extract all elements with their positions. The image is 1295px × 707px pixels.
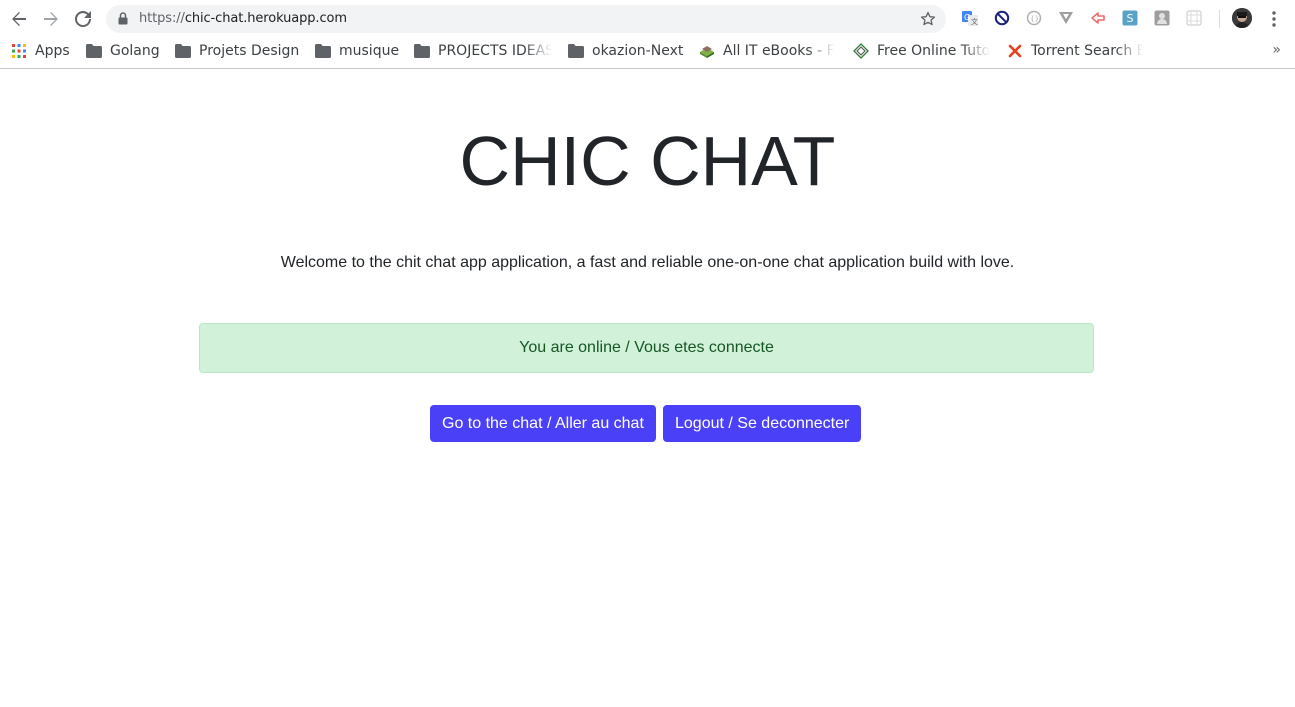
bookmark-torrent-search[interactable]: Torrent Search E — [1007, 37, 1143, 64]
reload-icon[interactable] — [71, 7, 95, 31]
page-content: CHIC CHAT Welcome to the chit chat app a… — [0, 69, 1295, 707]
bookmark-all-it-ebooks[interactable]: All IT eBooks - Fr — [699, 37, 835, 64]
bookmark-label: Golang — [110, 42, 160, 59]
arrow-ext-icon[interactable] — [1089, 9, 1107, 27]
bookmark-projects-ideas[interactable]: PROJECTS IDEAS — [414, 37, 552, 64]
profile-avatar[interactable] — [1232, 8, 1252, 28]
bookmark-label: Projets Design — [199, 42, 300, 59]
url-scheme: https:// — [139, 11, 185, 26]
folder-icon — [175, 43, 191, 59]
toolbar-divider — [1219, 10, 1220, 28]
tutorial-icon — [853, 42, 869, 59]
bookmark-label: Apps — [35, 42, 70, 59]
svg-text:S: S — [1127, 12, 1134, 25]
v-ext-icon[interactable] — [1057, 9, 1075, 27]
folder-icon — [86, 43, 102, 59]
svg-text:文: 文 — [971, 17, 978, 26]
url-text: https://chic-chat.herokuapp.com — [139, 11, 347, 26]
browser-toolbar: https://chic-chat.herokuapp.com G文 {} S — [0, 0, 1295, 37]
bookmark-golang[interactable]: Golang — [86, 37, 160, 64]
s-ext-icon[interactable]: S — [1121, 9, 1139, 27]
bookmark-label: musique — [339, 42, 400, 59]
ebook-icon — [699, 43, 715, 59]
folder-icon — [568, 43, 584, 59]
bookmark-apps[interactable]: Apps — [11, 37, 70, 64]
bookmark-label: PROJECTS IDEAS — [438, 42, 552, 59]
bookmark-free-online-tuto[interactable]: Free Online Tuto — [853, 37, 993, 64]
svg-text:{}: {} — [1030, 15, 1039, 23]
go-to-chat-button[interactable]: Go to the chat / Aller au chat — [430, 405, 656, 442]
torrent-x-icon — [1007, 43, 1023, 59]
lock-icon — [118, 12, 128, 30]
bookmark-label: All IT eBooks - Fr — [723, 42, 835, 59]
translate-icon[interactable]: G文 — [961, 9, 979, 27]
forward-icon[interactable] — [39, 7, 63, 31]
bookmark-label: Free Online Tuto — [877, 42, 991, 59]
bookmark-label: okazion-Next — [592, 42, 684, 59]
bookmarks-overflow-button[interactable]: » — [1272, 42, 1281, 58]
page-title: CHIC CHAT — [459, 122, 836, 200]
bookmark-projets-design[interactable]: Projets Design — [175, 37, 299, 64]
folder-icon — [414, 43, 430, 59]
grid-ext-icon[interactable] — [1185, 9, 1203, 27]
user-ext-icon[interactable] — [1153, 9, 1171, 27]
bookmark-star-icon[interactable] — [920, 11, 936, 32]
bookmark-okazion-next[interactable]: okazion-Next — [568, 37, 683, 64]
folder-icon — [315, 43, 331, 59]
bookmarks-bar: Apps Golang Projets Design musique PROJE… — [0, 37, 1295, 69]
url-host: chic-chat.herokuapp.com — [184, 11, 347, 26]
block-icon[interactable] — [993, 9, 1011, 27]
svg-text:G: G — [964, 13, 970, 22]
logout-button[interactable]: Logout / Se deconnecter — [663, 405, 862, 442]
browser-menu-icon[interactable] — [1266, 9, 1282, 29]
welcome-text: Welcome to the chit chat app application… — [280, 254, 1015, 271]
bookmark-label: Torrent Search E — [1031, 42, 1143, 59]
status-text: You are online / Vous etes connecte — [519, 339, 774, 356]
apps-grid-icon — [11, 43, 27, 59]
back-icon[interactable] — [7, 7, 31, 31]
address-bar[interactable]: https://chic-chat.herokuapp.com — [106, 5, 946, 33]
online-status-alert: You are online / Vous etes connecte — [199, 323, 1094, 373]
bookmark-musique[interactable]: musique — [315, 37, 399, 64]
circle-ext-icon[interactable]: {} — [1025, 9, 1043, 27]
